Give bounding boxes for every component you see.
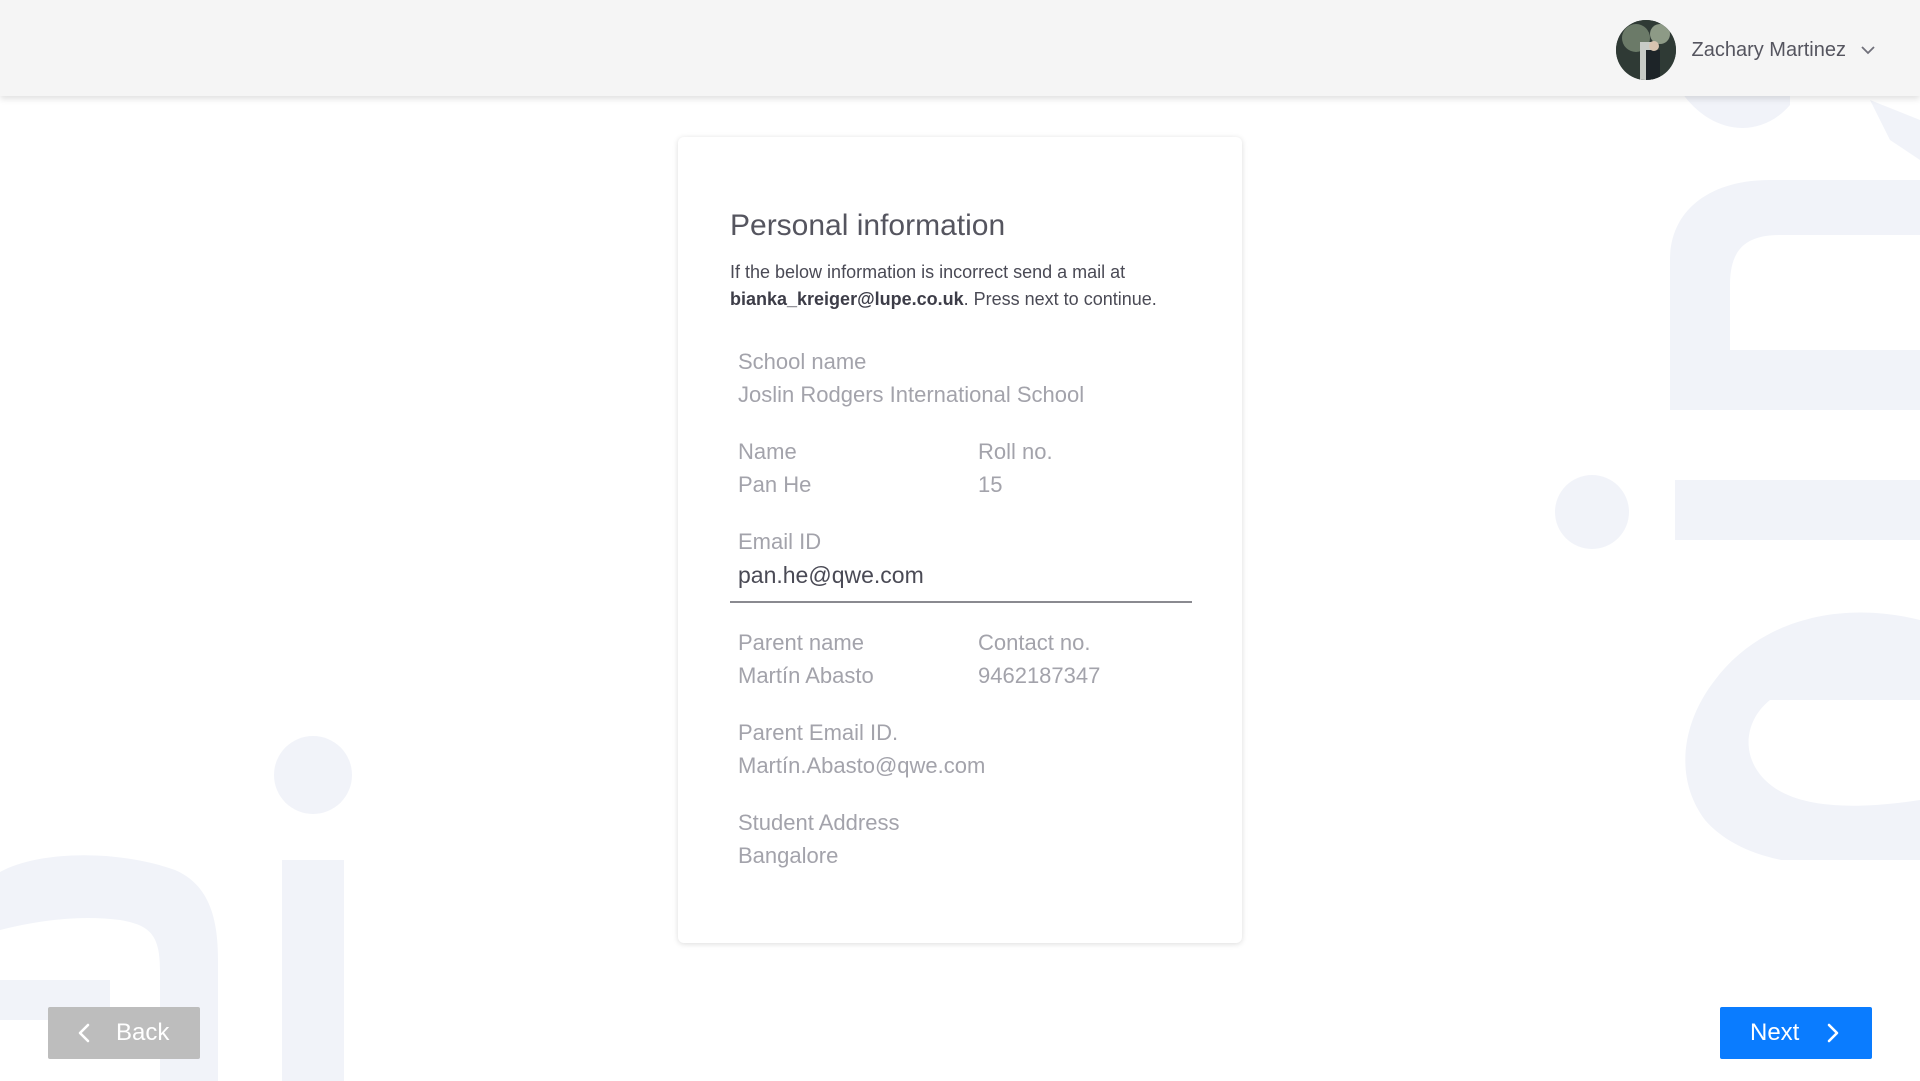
name-label: Name bbox=[738, 439, 797, 464]
parent-email-field: Parent Email ID. Martín.Abasto@qwe.com bbox=[738, 718, 985, 781]
back-button-label: Back bbox=[116, 1019, 170, 1046]
parent-name-label: Parent name bbox=[738, 630, 864, 655]
parent-email-value: Martín.Abasto@qwe.com bbox=[738, 753, 986, 778]
top-header-bar: Zachary Martinez bbox=[0, 0, 1920, 96]
card-description: If the below information is incorrect se… bbox=[730, 259, 1200, 313]
back-button[interactable]: Back bbox=[48, 1007, 200, 1059]
student-address-value: Bangalore bbox=[738, 843, 839, 868]
personal-info-card: Personal information If the below inform… bbox=[678, 137, 1242, 943]
parent-name-field: Parent name Martín Abasto bbox=[738, 628, 874, 691]
email-field[interactable]: Email ID pan.he@qwe.com bbox=[738, 527, 924, 590]
contact-no-label: Contact no. bbox=[978, 630, 1091, 655]
next-button-label: Next bbox=[1750, 1019, 1800, 1046]
user-name: Zachary Martinez bbox=[1691, 38, 1847, 61]
roll-no-field: Roll no. 15 bbox=[978, 437, 1053, 500]
name-field: Name Pan He bbox=[738, 437, 811, 500]
email-label: Email ID bbox=[738, 529, 822, 554]
school-name-value: Joslin Rodgers International School bbox=[738, 382, 1085, 407]
school-name-label: School name bbox=[738, 349, 867, 374]
chevron-right-icon bbox=[1821, 1022, 1843, 1044]
email-input[interactable]: pan.he@qwe.com bbox=[738, 560, 924, 590]
support-email: bianka_kreiger@lupe.co.uk bbox=[730, 289, 964, 309]
user-menu[interactable]: Zachary Martinez bbox=[1615, 20, 1877, 80]
contact-no-field: Contact no. 9462187347 bbox=[978, 628, 1100, 691]
school-name-field: School name Joslin Rodgers International… bbox=[738, 347, 1084, 410]
chevron-left-icon bbox=[74, 1022, 96, 1044]
next-button[interactable]: Next bbox=[1720, 1007, 1872, 1059]
roll-no-value: 15 bbox=[978, 472, 1003, 497]
contact-no-value: 9462187347 bbox=[978, 663, 1101, 688]
roll-no-label: Roll no. bbox=[978, 439, 1053, 464]
student-address-label: Student Address bbox=[738, 810, 900, 835]
parent-email-label: Parent Email ID. bbox=[738, 720, 899, 745]
card-title: Personal information bbox=[730, 209, 1006, 242]
parent-name-value: Martín Abasto bbox=[738, 663, 874, 688]
background-decoration-right bbox=[1540, 60, 1920, 860]
chevron-down-icon[interactable] bbox=[1860, 42, 1876, 58]
description-suffix: . Press next to continue. bbox=[963, 289, 1157, 309]
avatar bbox=[1615, 20, 1676, 80]
name-value: Pan He bbox=[738, 472, 812, 497]
student-address-field: Student Address Bangalore bbox=[738, 808, 899, 871]
email-input-underline bbox=[730, 601, 1192, 603]
description-prefix: If the below information is incorrect se… bbox=[730, 262, 1126, 282]
